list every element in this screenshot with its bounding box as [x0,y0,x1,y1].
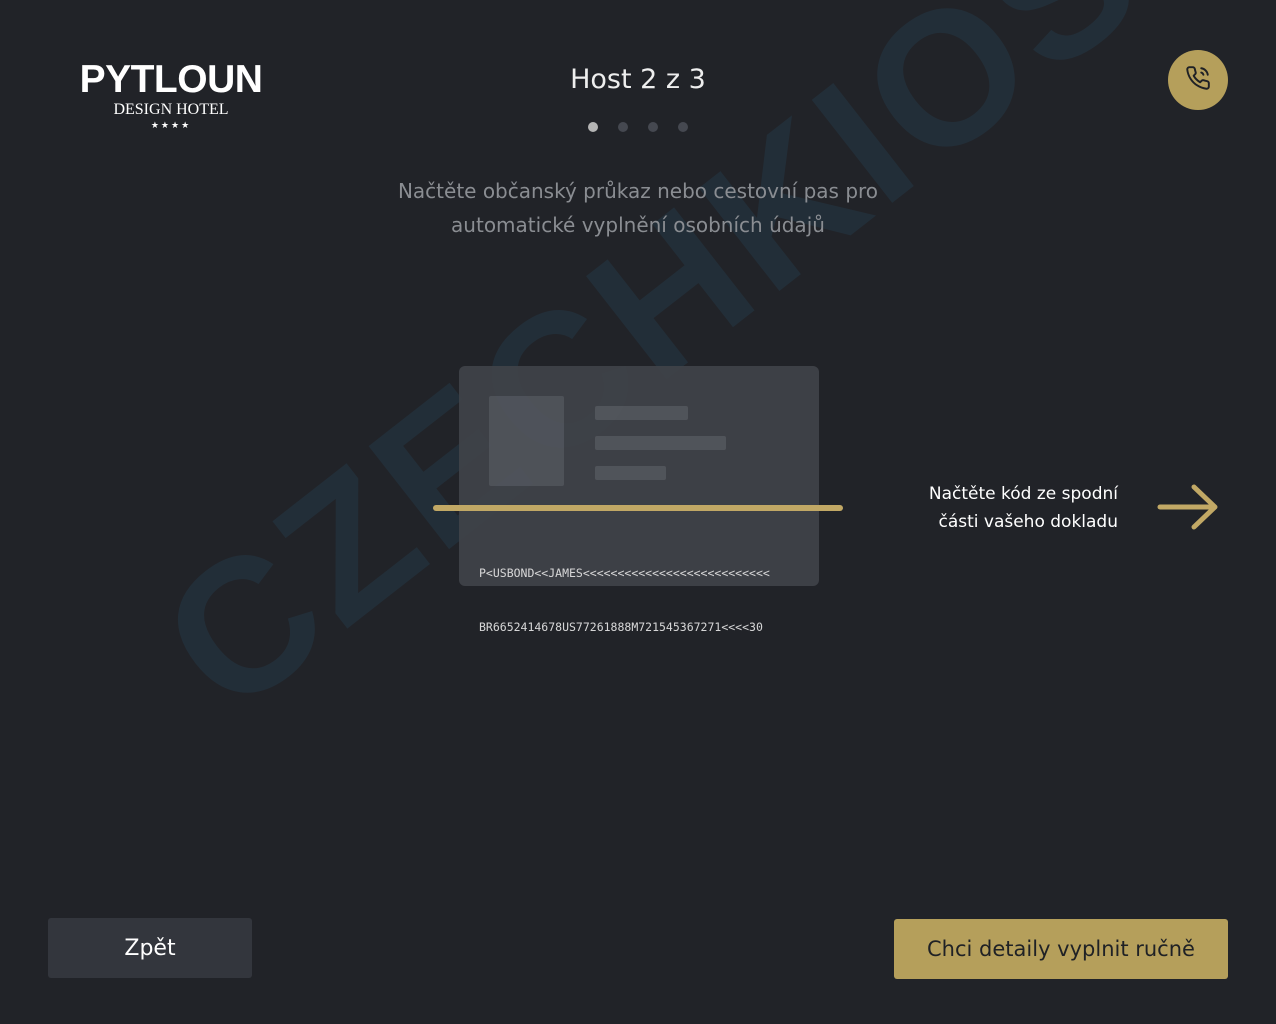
scan-instruction: Načtěte občanský průkaz nebo cestovní pa… [338,174,938,242]
arrow-right-icon [1156,482,1220,536]
id-document-illustration: P<USBOND<<JAMES<<<<<<<<<<<<<<<<<<<<<<<<<… [459,366,819,634]
mrz-code: P<USBOND<<JAMES<<<<<<<<<<<<<<<<<<<<<<<<<… [479,528,770,672]
hint-line-2: části vašeho dokladu [938,512,1118,532]
step-dot [678,122,688,132]
document-text-placeholder [595,466,666,480]
step-dot-active [588,122,598,132]
step-progress-dots [588,122,688,132]
phone-call-icon [1185,65,1211,95]
document-photo-placeholder [489,396,564,486]
step-title: Host 2 z 3 [570,64,706,95]
call-reception-button[interactable] [1168,50,1228,110]
manual-entry-button[interactable]: Chci detaily vyplnit ručně [894,919,1228,979]
instruction-line-1: Načtěte občanský průkaz nebo cestovní pa… [397,179,879,203]
logo-stars: ★★★★ [150,121,192,131]
back-button[interactable]: Zpět [48,918,252,978]
mrz-line-1: P<USBOND<<JAMES<<<<<<<<<<<<<<<<<<<<<<<<<… [479,566,770,580]
logo-subtitle: DESIGN HOTEL [113,101,229,118]
instruction-line-2: automatické vyplnění osobních údajů [451,213,825,237]
mrz-line-2: BR6652414678US77261888M721545367271<<<<3… [479,620,763,634]
step-dot [648,122,658,132]
step-dot [618,122,628,132]
scan-line [433,505,843,511]
document-text-placeholder [595,406,688,420]
scan-hint: Načtěte kód ze spodní části vašeho dokla… [880,480,1118,536]
document-text-placeholder [595,436,726,450]
hint-line-1: Načtěte kód ze spodní [928,484,1118,504]
